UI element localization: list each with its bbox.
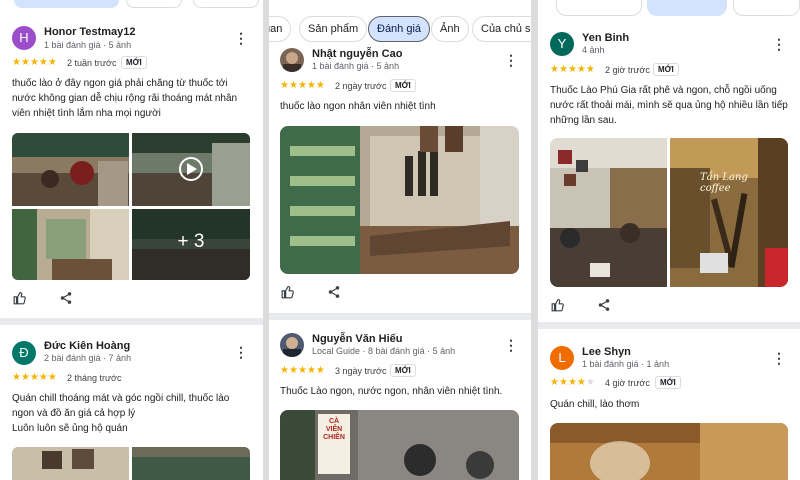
avatar[interactable]: Y bbox=[550, 32, 574, 56]
review-panel-2: uan Sản phẩm Đánh giá Ảnh Của chủ sở Nhậ… bbox=[269, 0, 531, 480]
review-photo[interactable]: Tần Lang coffee bbox=[670, 138, 788, 287]
review-text[interactable]: Thuốc Lào Phú Gia rất phê và ngon, chỗ n… bbox=[550, 83, 790, 128]
review-photo[interactable] bbox=[550, 138, 667, 287]
review-time: 2 tuần trước bbox=[67, 58, 117, 68]
more-vert-icon[interactable]: ⋮ bbox=[772, 36, 786, 52]
tab-owner[interactable]: Của chủ sở bbox=[472, 16, 531, 42]
review-text[interactable]: Luôn luôn sẽ ủng hộ quán bbox=[12, 421, 250, 436]
divider bbox=[538, 322, 800, 329]
share-icon[interactable] bbox=[59, 291, 73, 305]
avatar[interactable]: Đ bbox=[12, 341, 36, 365]
avatar[interactable] bbox=[280, 333, 304, 357]
star-rating: ★★★★★ bbox=[12, 372, 57, 383]
new-badge: MỚI bbox=[390, 364, 416, 377]
reviewer-name[interactable]: Nhật nguyễn Cao bbox=[312, 48, 402, 60]
more-vert-icon[interactable]: ⋮ bbox=[504, 52, 518, 68]
tab-photos[interactable]: Ảnh bbox=[431, 16, 469, 42]
thumb-up-icon[interactable] bbox=[281, 285, 295, 299]
review-text[interactable]: Quán chill, lào thơm bbox=[550, 397, 790, 412]
reviewer-meta: 1 bài đánh giá · 1 ảnh bbox=[582, 359, 670, 369]
review-photo[interactable] bbox=[12, 133, 129, 206]
reviewer-meta: 1 bài đánh giá · 5 ảnh bbox=[312, 61, 400, 71]
thumb-up-icon[interactable] bbox=[551, 298, 565, 312]
star-rating: ★★★★★ bbox=[280, 365, 325, 376]
more-vert-icon[interactable]: ⋮ bbox=[234, 344, 248, 360]
new-badge: MỚI bbox=[121, 56, 147, 69]
star-rating: ★★★★★ bbox=[550, 377, 595, 388]
star-rating: ★★★★★ bbox=[550, 64, 595, 75]
review-time: 2 tháng trước bbox=[67, 373, 122, 383]
review-text[interactable]: thuốc lào ở đây ngon giá phải chăng từ t… bbox=[12, 76, 252, 121]
reviewer-meta: 1 bài đánh giá · 5 ảnh bbox=[44, 40, 132, 50]
chip-fragment[interactable] bbox=[733, 0, 800, 16]
divider bbox=[0, 318, 263, 325]
avatar[interactable] bbox=[280, 48, 304, 72]
reviewer-meta: 4 ảnh bbox=[582, 45, 605, 55]
review-photo[interactable] bbox=[12, 447, 129, 480]
review-photo[interactable] bbox=[132, 447, 250, 480]
tab-products[interactable]: Sản phẩm bbox=[299, 16, 368, 42]
tab-bar: uan Sản phẩm Đánh giá Ảnh Của chủ sở bbox=[269, 16, 531, 42]
share-icon[interactable] bbox=[597, 298, 611, 312]
review-text[interactable]: Quán chill thoáng mát và góc ngồi chill,… bbox=[12, 391, 250, 421]
review-card: Đ Đức Kiên Hoàng 2 bài đánh giá · 7 ảnh … bbox=[0, 325, 263, 480]
tab-reviews[interactable]: Đánh giá bbox=[368, 16, 431, 42]
photo-sign-text: CÀ VIÊN CHIÊN bbox=[323, 418, 345, 441]
reviewer-name[interactable]: Honor Testmay12 bbox=[44, 26, 136, 38]
new-badge: MỚI bbox=[390, 79, 416, 92]
avatar[interactable]: L bbox=[550, 346, 574, 370]
divider bbox=[269, 313, 531, 320]
reviewer-name[interactable]: Lee Shyn bbox=[582, 346, 631, 358]
star-rating: ★★★★★ bbox=[280, 80, 325, 91]
review-card: Nguyễn Văn Hiếu Local Guide · 8 bài đánh… bbox=[269, 320, 531, 480]
reviewer-meta: Local Guide · 8 bài đánh giá · 5 ảnh bbox=[312, 346, 456, 356]
tab-partial[interactable]: uan bbox=[269, 16, 292, 42]
review-time: 2 ngày trước bbox=[335, 81, 387, 91]
review-card: Y Yen Binh 4 ảnh ⋮ ★★★★★ 2 giờ trước MỚI… bbox=[538, 20, 800, 325]
photo-sign-text: Tần Lang coffee bbox=[700, 172, 748, 194]
review-time: 4 giờ trước bbox=[605, 378, 650, 388]
review-text[interactable]: Thuốc Lào ngon, nước ngon, nhân viên nhi… bbox=[280, 384, 520, 399]
review-time: 2 giờ trước bbox=[605, 65, 650, 75]
reviewer-name[interactable]: Đức Kiên Hoàng bbox=[44, 340, 130, 352]
chip-fragment[interactable] bbox=[647, 0, 727, 16]
review-card: Nhật nguyễn Cao 1 bài đánh giá · 5 ảnh ⋮… bbox=[269, 42, 531, 312]
review-photo[interactable] bbox=[550, 423, 788, 480]
review-video[interactable] bbox=[132, 133, 250, 206]
review-panel-1: H Honor Testmay12 1 bài đánh giá · 5 ảnh… bbox=[0, 0, 263, 480]
star-rating: ★★★★★ bbox=[12, 57, 57, 68]
reviewer-name[interactable]: Nguyễn Văn Hiếu bbox=[312, 333, 402, 345]
review-photo[interactable]: CÀ VIÊN CHIÊN bbox=[280, 410, 519, 480]
review-photo[interactable] bbox=[12, 209, 129, 280]
review-panel-3: Y Yen Binh 4 ảnh ⋮ ★★★★★ 2 giờ trước MỚI… bbox=[538, 0, 800, 480]
review-photo[interactable] bbox=[280, 126, 519, 274]
new-badge: MỚI bbox=[653, 63, 679, 76]
more-vert-icon[interactable]: ⋮ bbox=[234, 30, 248, 46]
more-photos-count: + 3 bbox=[177, 231, 205, 252]
more-vert-icon[interactable]: ⋮ bbox=[504, 337, 518, 353]
more-vert-icon[interactable]: ⋮ bbox=[772, 350, 786, 366]
review-text[interactable]: thuốc lào ngon nhân viên nhiệt tình bbox=[280, 99, 520, 114]
new-badge: MỚI bbox=[655, 376, 681, 389]
avatar[interactable]: H bbox=[12, 26, 36, 50]
review-time: 3 ngày trước bbox=[335, 366, 387, 376]
thumb-up-icon[interactable] bbox=[13, 291, 27, 305]
chip-fragment[interactable] bbox=[556, 0, 642, 16]
review-card: L Lee Shyn 1 bài đánh giá · 1 ảnh ⋮ ★★★★… bbox=[538, 329, 800, 480]
reviewer-meta: 2 bài đánh giá · 7 ảnh bbox=[44, 353, 132, 363]
reviewer-name[interactable]: Yen Binh bbox=[582, 32, 629, 44]
share-icon[interactable] bbox=[327, 285, 341, 299]
review-photo-more[interactable]: + 3 bbox=[132, 209, 250, 280]
review-card: H Honor Testmay12 1 bài đánh giá · 5 ảnh… bbox=[0, 0, 263, 322]
